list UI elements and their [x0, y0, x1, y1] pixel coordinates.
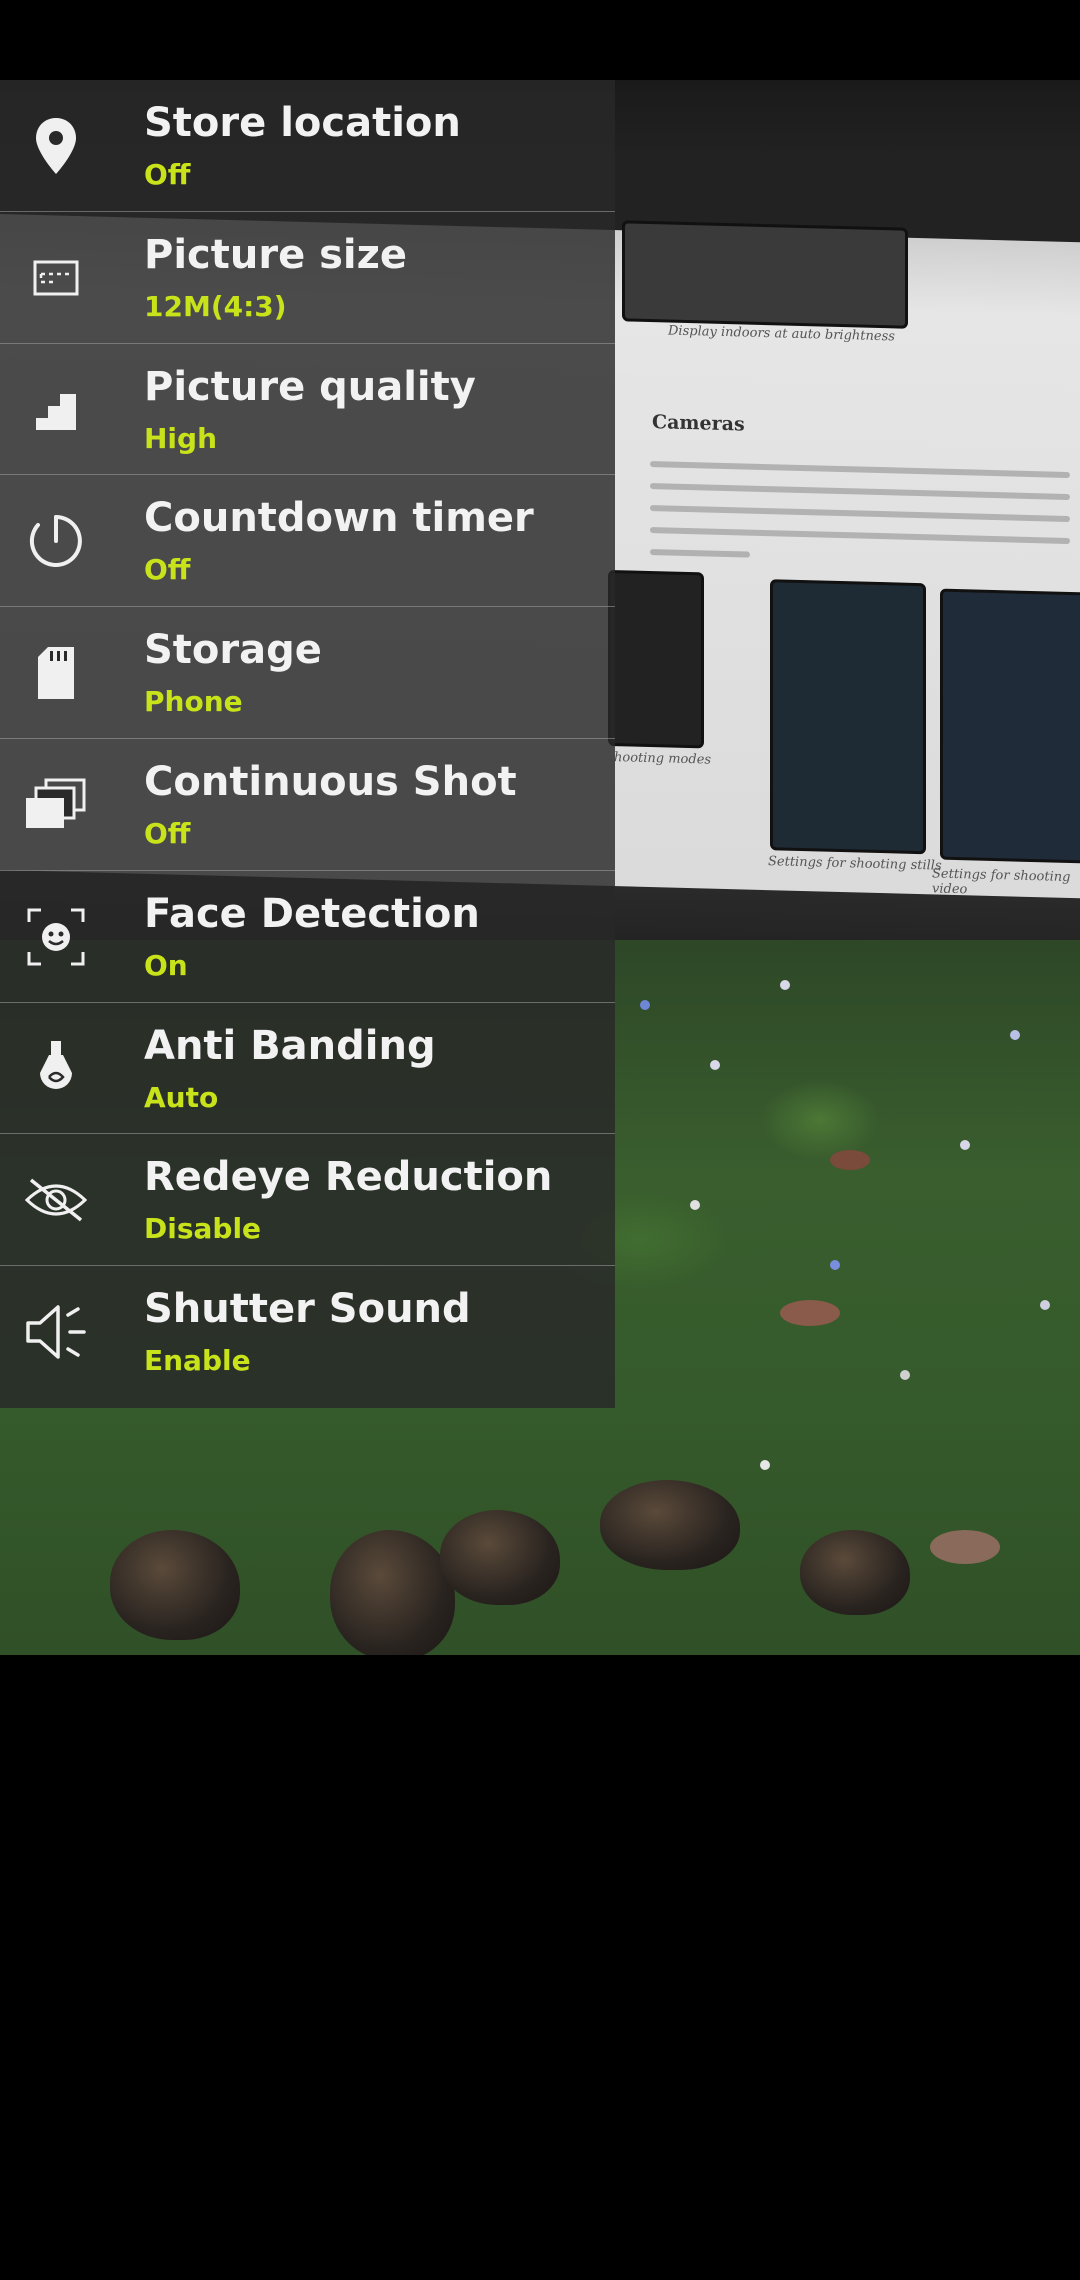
flower: [1010, 1030, 1020, 1040]
doc-text-line: [650, 483, 1070, 501]
setting-value: Enable: [144, 1344, 251, 1378]
setting-shutter-sound[interactable]: Shutter Sound Enable: [0, 1266, 615, 1398]
doc-caption-left: hooting modes: [614, 750, 712, 768]
doc-heading: Cameras: [652, 411, 745, 436]
setting-value: High: [144, 421, 218, 455]
setting-value: Auto: [144, 1080, 219, 1114]
setting-title: Picture quality: [144, 363, 476, 410]
flower: [1040, 1300, 1050, 1310]
flower: [780, 980, 790, 990]
flower: [760, 1460, 770, 1470]
leaf: [830, 1150, 870, 1170]
doc-caption-mid: Settings for shooting stills: [768, 854, 942, 874]
doc-thumb-shooting-modes: [608, 569, 704, 749]
setting-title: Countdown timer: [144, 495, 534, 542]
setting-title: Picture size: [144, 231, 408, 278]
setting-storage[interactable]: Storage Phone: [0, 607, 615, 739]
camera-settings-menu: Store location Off Picture size 12M(4:3)…: [0, 80, 615, 1408]
setting-value: Off: [144, 816, 191, 850]
setting-title: Redeye Reduction: [144, 1154, 553, 1201]
duckling: [330, 1530, 455, 1655]
picture-size-icon: [20, 242, 92, 314]
speaker-icon: [20, 1296, 92, 1368]
flower: [710, 1060, 720, 1070]
setting-store-location[interactable]: Store location Off: [0, 80, 615, 212]
duckling: [440, 1510, 560, 1605]
setting-countdown-timer[interactable]: Countdown timer Off: [0, 475, 615, 608]
setting-face-detection[interactable]: Face Detection On: [0, 871, 615, 1003]
face-detection-icon: [20, 901, 92, 973]
setting-redeye-reduction[interactable]: Redeye Reduction Disable: [0, 1134, 615, 1267]
doc-text-line: [650, 527, 1070, 545]
flower: [900, 1370, 910, 1380]
setting-title: Shutter Sound: [144, 1286, 471, 1333]
doc-text-line: [650, 549, 750, 558]
location-pin-icon: [20, 110, 92, 182]
setting-picture-size[interactable]: Picture size 12M(4:3): [0, 212, 615, 344]
flower: [640, 1000, 650, 1010]
duckling: [600, 1480, 740, 1570]
countdown-timer-icon: [20, 505, 92, 577]
doc-thumb-stills: [770, 579, 926, 855]
doc-image-thumbnail: [622, 220, 908, 329]
flower: [690, 1200, 700, 1210]
setting-title: Face Detection: [144, 890, 480, 937]
flower: [960, 1140, 970, 1150]
duckling: [800, 1530, 910, 1615]
leaf: [930, 1530, 1000, 1564]
continuous-shot-icon: [20, 769, 92, 841]
setting-anti-banding[interactable]: Anti Banding Auto: [0, 1003, 615, 1135]
flower: [830, 1260, 840, 1270]
anti-banding-bulb-icon: [20, 1033, 92, 1105]
setting-continuous-shot[interactable]: Continuous Shot Off: [0, 739, 615, 871]
setting-value: 12M(4:3): [144, 289, 287, 323]
doc-thumb-video: [940, 588, 1080, 864]
setting-title: Continuous Shot: [144, 758, 517, 805]
setting-value: On: [144, 948, 188, 982]
setting-title: Store location: [144, 100, 461, 146]
doc-text-line: [650, 505, 1070, 523]
setting-title: Storage: [144, 627, 322, 674]
setting-title: Anti Banding: [144, 1022, 436, 1069]
duckling: [110, 1530, 240, 1640]
redeye-eye-icon: [20, 1164, 92, 1236]
doc-text-line: [650, 461, 1070, 479]
setting-picture-quality[interactable]: Picture quality High: [0, 344, 615, 476]
setting-value: Off: [144, 158, 191, 191]
setting-value: Off: [144, 553, 191, 587]
sd-card-icon: [20, 637, 92, 709]
setting-value: Disable: [144, 1212, 262, 1246]
leaf: [780, 1300, 840, 1326]
setting-value: Phone: [144, 685, 243, 719]
picture-quality-icon: [20, 374, 92, 446]
